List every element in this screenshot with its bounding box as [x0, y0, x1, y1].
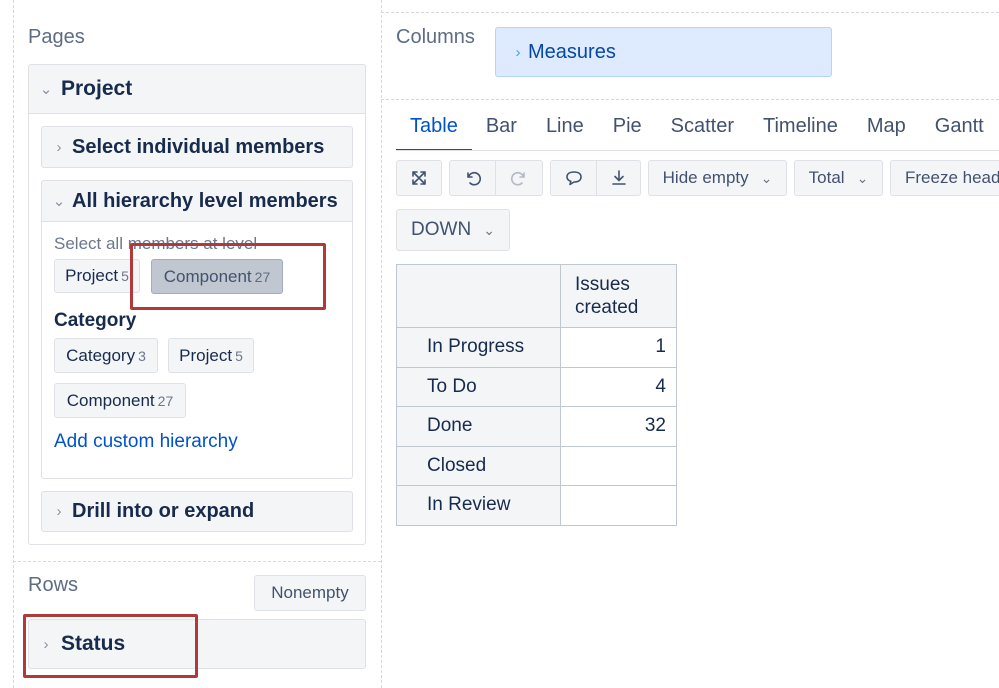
- columns-label: Columns: [396, 26, 475, 48]
- column-header-line: Issues: [575, 274, 630, 295]
- nonempty-button[interactable]: Nonempty: [254, 575, 366, 611]
- tabs-underline: [396, 150, 999, 151]
- chevron-down-icon: ⌄: [52, 193, 66, 210]
- chip-count: 5: [121, 268, 129, 284]
- table-cell[interactable]: [560, 445, 677, 486]
- column-header-line: created: [575, 297, 639, 318]
- tab-line[interactable]: Line: [546, 115, 584, 151]
- table-corner-cell: [396, 264, 561, 328]
- view-tabs: Table Bar Line Pie Scatter Timeline Map …: [396, 115, 999, 151]
- row-header[interactable]: In Review: [396, 485, 561, 526]
- tab-timeline[interactable]: Timeline: [763, 115, 838, 151]
- chevron-down-icon: ⌄: [856, 169, 869, 186]
- category-chip-category[interactable]: Category 3: [54, 338, 158, 373]
- tab-scatter[interactable]: Scatter: [671, 115, 734, 151]
- expand-icon: [412, 171, 426, 185]
- chevron-right-icon: ›: [515, 43, 521, 61]
- table-row: Done 32: [396, 406, 677, 447]
- table-cell[interactable]: 4: [560, 366, 677, 407]
- rows-label: Rows: [28, 574, 79, 596]
- comment-icon: [565, 171, 582, 186]
- report-table: Issues created In Progress 1 To Do 4 Don…: [396, 264, 677, 526]
- level-chip-project[interactable]: Project 5: [54, 259, 140, 293]
- total-label: Total: [808, 168, 845, 187]
- row-header[interactable]: Closed: [396, 445, 561, 486]
- table-row: In Review: [396, 485, 677, 526]
- left-divider-outer: [13, 0, 14, 688]
- pages-label: Pages: [28, 26, 85, 48]
- status-highlight-box: [23, 614, 198, 678]
- measures-column-dimension[interactable]: › Measures: [495, 27, 832, 77]
- tab-bar[interactable]: Bar: [486, 115, 517, 151]
- table-header-row: Issues created: [396, 264, 677, 328]
- chevron-right-icon: ›: [56, 138, 62, 156]
- hide-empty-button[interactable]: Hide empty ⌄: [648, 160, 787, 196]
- redo-button[interactable]: [496, 160, 543, 196]
- pages-rows-divider: [13, 561, 381, 562]
- tab-table[interactable]: Table: [396, 115, 472, 151]
- project-header[interactable]: ⌄ Project: [28, 64, 366, 114]
- category-chip-project[interactable]: Project 5: [168, 338, 254, 373]
- row-header[interactable]: To Do: [396, 366, 561, 407]
- comment-button[interactable]: [550, 160, 597, 196]
- add-custom-hierarchy-link[interactable]: Add custom hierarchy: [54, 431, 238, 453]
- project-header-label: Project: [61, 77, 133, 100]
- undo-icon: [466, 171, 481, 186]
- table-cell[interactable]: 1: [560, 327, 677, 368]
- measures-label: Measures: [528, 40, 616, 63]
- chip-count: 27: [157, 392, 174, 409]
- row-header[interactable]: In Progress: [396, 327, 561, 368]
- select-individual-label: Select individual members: [72, 135, 325, 158]
- columns-divider: [381, 99, 999, 100]
- category-label: Category: [54, 310, 137, 331]
- table-row: In Progress 1: [396, 327, 677, 368]
- all-hierarchy-header[interactable]: ⌄ All hierarchy level members: [41, 180, 353, 222]
- export-button[interactable]: [597, 160, 641, 196]
- fullscreen-button[interactable]: [396, 160, 442, 196]
- down-label: DOWN: [411, 219, 472, 240]
- table-row: Closed: [396, 445, 677, 486]
- row-header[interactable]: Done: [396, 406, 561, 447]
- select-individual-members[interactable]: › Select individual members: [41, 126, 353, 168]
- tab-gantt[interactable]: Gantt: [935, 115, 984, 151]
- chevron-down-icon: ⌄: [483, 221, 495, 238]
- left-divider-inner: [381, 0, 382, 688]
- total-button[interactable]: Total ⌄: [794, 160, 883, 196]
- table-cell[interactable]: 32: [560, 406, 677, 447]
- chevron-down-icon: ⌄: [760, 169, 773, 186]
- table-cell[interactable]: [560, 485, 677, 526]
- chip-count: 3: [138, 347, 146, 364]
- drill-into-label: Drill into or expand: [72, 500, 255, 522]
- freeze-label: Freeze head: [905, 168, 999, 187]
- down-dropdown[interactable]: DOWN ⌄: [396, 209, 510, 251]
- top-divider: [381, 12, 999, 13]
- chevron-right-icon: ›: [56, 503, 62, 520]
- undo-button[interactable]: [449, 160, 496, 196]
- chip-name: Project: [179, 345, 233, 365]
- component-highlight-box: [130, 243, 326, 310]
- tab-pie[interactable]: Pie: [613, 115, 642, 151]
- column-header-issues-created[interactable]: Issues created: [560, 264, 677, 328]
- all-hierarchy-label: All hierarchy level members: [72, 189, 338, 212]
- redo-icon: [510, 171, 525, 186]
- chip-name: Component: [66, 390, 155, 410]
- chevron-down-icon: ⌄: [39, 81, 53, 98]
- category-chip-component[interactable]: Component 27: [54, 383, 186, 418]
- freeze-header-button[interactable]: Freeze head: [890, 160, 999, 196]
- table-row: To Do 4: [396, 366, 677, 407]
- drill-into-expand[interactable]: › Drill into or expand: [41, 491, 353, 532]
- download-icon: [611, 170, 626, 185]
- chip-name: Project: [65, 266, 119, 285]
- chip-count: 5: [235, 347, 243, 364]
- tab-map[interactable]: Map: [867, 115, 906, 151]
- hide-empty-label: Hide empty: [662, 168, 749, 187]
- chip-name: Category: [66, 345, 136, 365]
